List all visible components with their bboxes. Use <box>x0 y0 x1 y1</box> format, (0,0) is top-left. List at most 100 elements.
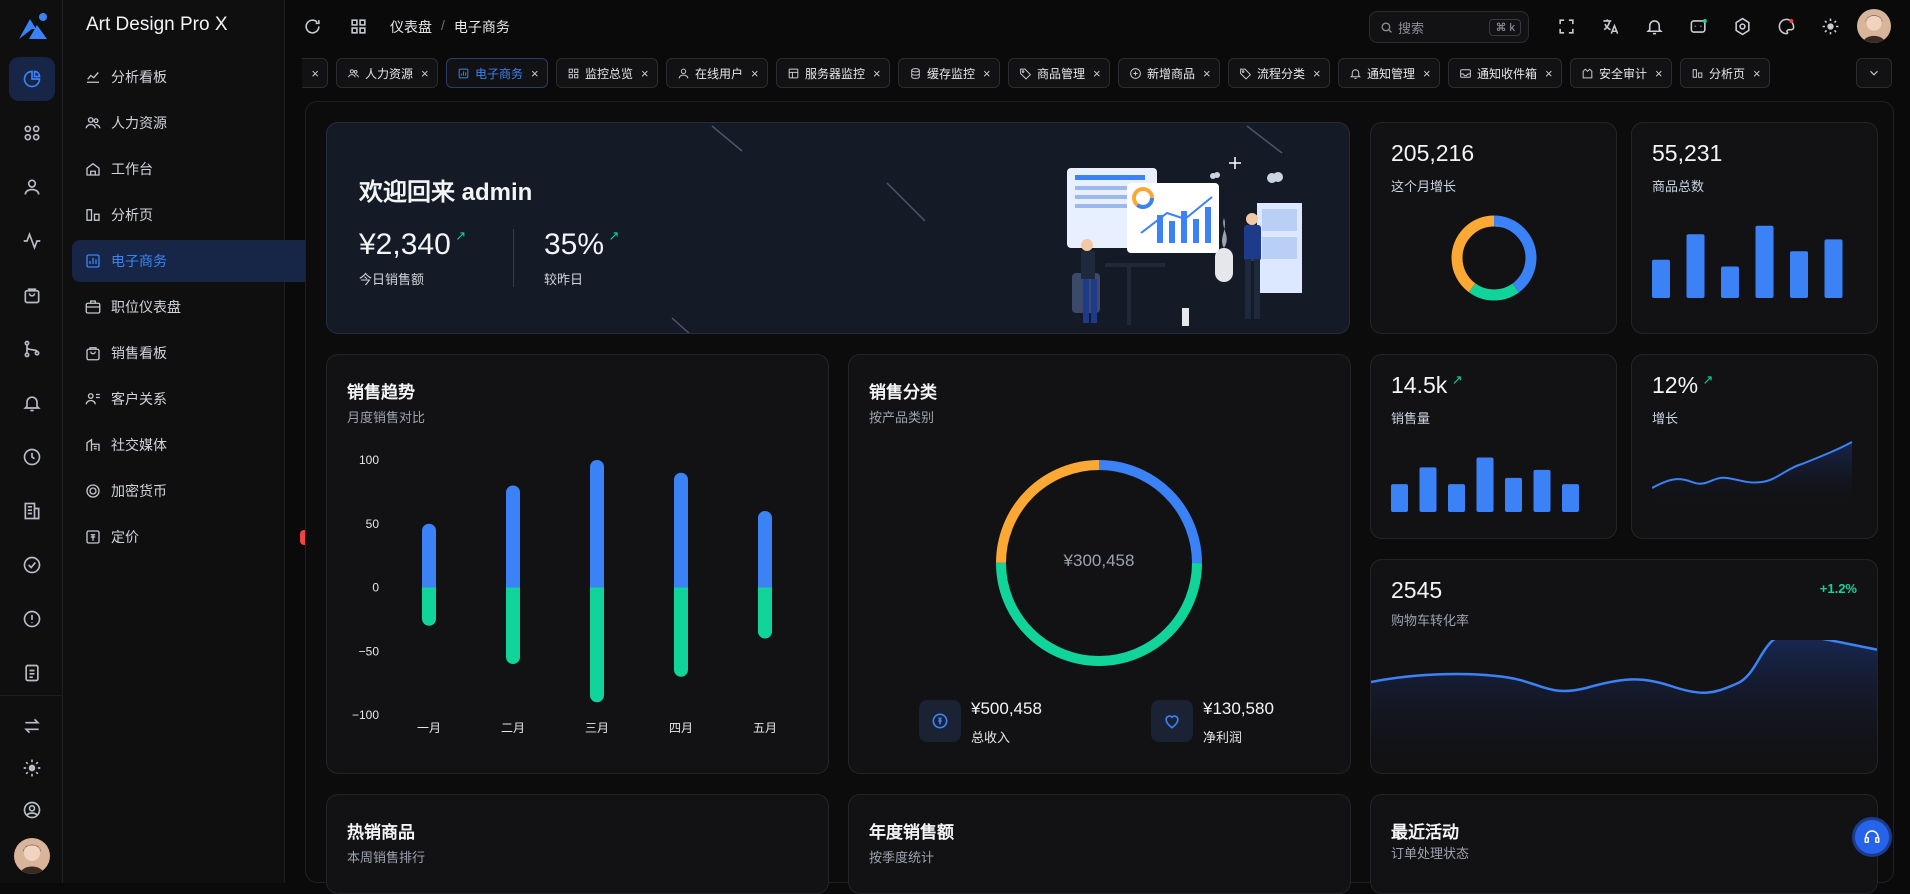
support-button[interactable] <box>1852 817 1892 857</box>
close-icon[interactable]: × <box>751 66 759 81</box>
menu-item-7[interactable]: 销售看板 <box>72 332 339 374</box>
menu-item-label: 社交媒体 <box>111 437 167 453</box>
close-icon[interactable]: × <box>531 66 539 81</box>
tab-2[interactable]: 人力资源 × <box>336 58 438 88</box>
chart-line-icon <box>87 72 99 83</box>
search-placeholder: 搜索 <box>1398 20 1425 36</box>
user-avatar[interactable] <box>14 838 50 874</box>
sales-category-subtitle: 按产品类别 <box>869 410 935 425</box>
chat-icon[interactable] <box>1685 13 1711 39</box>
close-icon[interactable]: × <box>1753 66 1761 81</box>
search-input[interactable]: 搜索 ⌘ k <box>1369 11 1529 43</box>
close-icon[interactable]: × <box>873 66 881 81</box>
activity-icon[interactable] <box>17 226 47 256</box>
menu-item-1[interactable]: 分析看板 <box>72 56 339 98</box>
vs-yesterday-value: 35% <box>544 228 605 261</box>
people-icon <box>85 117 101 129</box>
mini-bar <box>1721 266 1739 298</box>
y-tick-label: −100 <box>352 708 379 722</box>
apps-grid-icon[interactable] <box>17 118 47 148</box>
dashboard-icon[interactable] <box>9 57 55 101</box>
sun-icon[interactable] <box>1817 13 1843 39</box>
tab-14[interactable]: 分析页 × <box>1680 58 1770 88</box>
tab-label: 监控总览 <box>585 66 634 81</box>
tab-3[interactable]: 电子商务 × <box>446 58 548 88</box>
tab-10[interactable]: 流程分类 × <box>1228 58 1330 88</box>
clock-icon[interactable] <box>17 442 47 472</box>
tab-13[interactable]: 安全审计 × <box>1570 58 1672 88</box>
branch-icon[interactable] <box>17 334 47 364</box>
bar-negative <box>758 587 772 639</box>
tab-label: 人力资源 <box>365 66 414 81</box>
close-icon[interactable]: × <box>311 66 319 81</box>
increase-label: 增长 <box>1652 411 1679 426</box>
fullscreen-icon[interactable] <box>1553 13 1579 39</box>
menu-item-3[interactable]: 工作台 <box>72 148 339 190</box>
settings-icon[interactable] <box>1729 13 1755 39</box>
tab-5[interactable]: 在线用户 × <box>666 58 768 88</box>
tab-12[interactable]: 通知收件箱 × <box>1448 58 1562 88</box>
user-icon[interactable] <box>17 172 47 202</box>
sales-trend-chart: 100 50 0 −50 −100 一月 二月 三月 四月 五月 <box>352 453 777 735</box>
bell-icon[interactable] <box>17 388 47 418</box>
apps-grid-icon[interactable] <box>345 13 371 39</box>
close-icon[interactable]: × <box>1545 66 1553 81</box>
tab-11[interactable]: 通知管理 × <box>1338 58 1440 88</box>
cart-area-chart <box>1371 640 1877 773</box>
close-icon[interactable]: × <box>983 66 991 81</box>
bell-icon[interactable] <box>1641 13 1667 39</box>
menu-item-9[interactable]: 社交媒体 <box>72 424 339 466</box>
header-avatar[interactable] <box>1857 9 1891 43</box>
close-icon[interactable]: × <box>1423 66 1431 81</box>
close-icon[interactable]: × <box>1655 66 1663 81</box>
x-tick-label: 二月 <box>501 721 525 735</box>
products-value: 55,231 <box>1652 140 1723 166</box>
menu-item-10[interactable]: 加密货币 <box>72 470 339 512</box>
bar-positive <box>758 511 772 595</box>
menu-item-6[interactable]: 职位仪表盘 <box>72 286 339 328</box>
menu-item-label: 分析页 <box>111 207 153 223</box>
arrow-up-right-icon: ↗ <box>1702 372 1714 387</box>
menu-item-8[interactable]: 客户关系 <box>72 378 339 420</box>
building-icon[interactable] <box>17 496 47 526</box>
tabs-more-button[interactable] <box>1856 58 1892 88</box>
coin-icon <box>86 484 100 498</box>
close-icon[interactable]: × <box>1313 66 1321 81</box>
user-circle-icon[interactable] <box>17 795 47 825</box>
tab-4[interactable]: 监控总览 × <box>556 58 658 88</box>
close-icon[interactable]: × <box>641 66 649 81</box>
tab-8[interactable]: 商品管理 × <box>1008 58 1110 88</box>
document-icon[interactable] <box>17 658 47 688</box>
menu-item-4[interactable]: 分析页 <box>72 194 339 236</box>
refresh-icon[interactable] <box>299 13 325 39</box>
shopping-bag-icon[interactable] <box>17 280 47 310</box>
people-icon <box>348 68 359 77</box>
translate-icon[interactable] <box>1597 13 1623 39</box>
swap-icon[interactable] <box>17 711 47 741</box>
x-tick-label: 三月 <box>585 721 609 735</box>
growth-card: 205,216 这个月增长 <box>1370 122 1617 334</box>
menu-item-11[interactable]: 定价Hot <box>72 516 339 558</box>
sun-icon[interactable] <box>17 753 47 783</box>
tab-label: 通知收件箱 <box>1477 66 1538 81</box>
breadcrumb-current: 电子商务 <box>453 19 510 35</box>
menu-item-5[interactable]: 电子商务 <box>72 240 339 282</box>
palette-icon[interactable] <box>1773 13 1799 39</box>
tab-9[interactable]: 新增商品 × <box>1118 58 1220 88</box>
check-circle-icon[interactable] <box>17 550 47 580</box>
tab-7[interactable]: 缓存监控 × <box>898 58 1000 88</box>
mini-bar <box>1505 477 1522 512</box>
logo-icon[interactable] <box>17 11 49 41</box>
menu-item-2[interactable]: 人力资源 <box>72 102 339 144</box>
tab-label: 服务器监控 <box>805 66 866 81</box>
tab-1[interactable]: × <box>302 58 328 88</box>
close-icon[interactable]: × <box>421 66 429 81</box>
close-icon[interactable]: × <box>1203 66 1211 81</box>
search-icon <box>1381 21 1392 33</box>
today-sales-label: 今日销售额 <box>359 272 425 287</box>
breadcrumb-item[interactable]: 仪表盘 <box>390 17 432 37</box>
alert-icon[interactable] <box>17 604 47 634</box>
tab-6[interactable]: 服务器监控 × <box>776 58 890 88</box>
briefcase-icon <box>85 300 101 314</box>
close-icon[interactable]: × <box>1093 66 1101 81</box>
